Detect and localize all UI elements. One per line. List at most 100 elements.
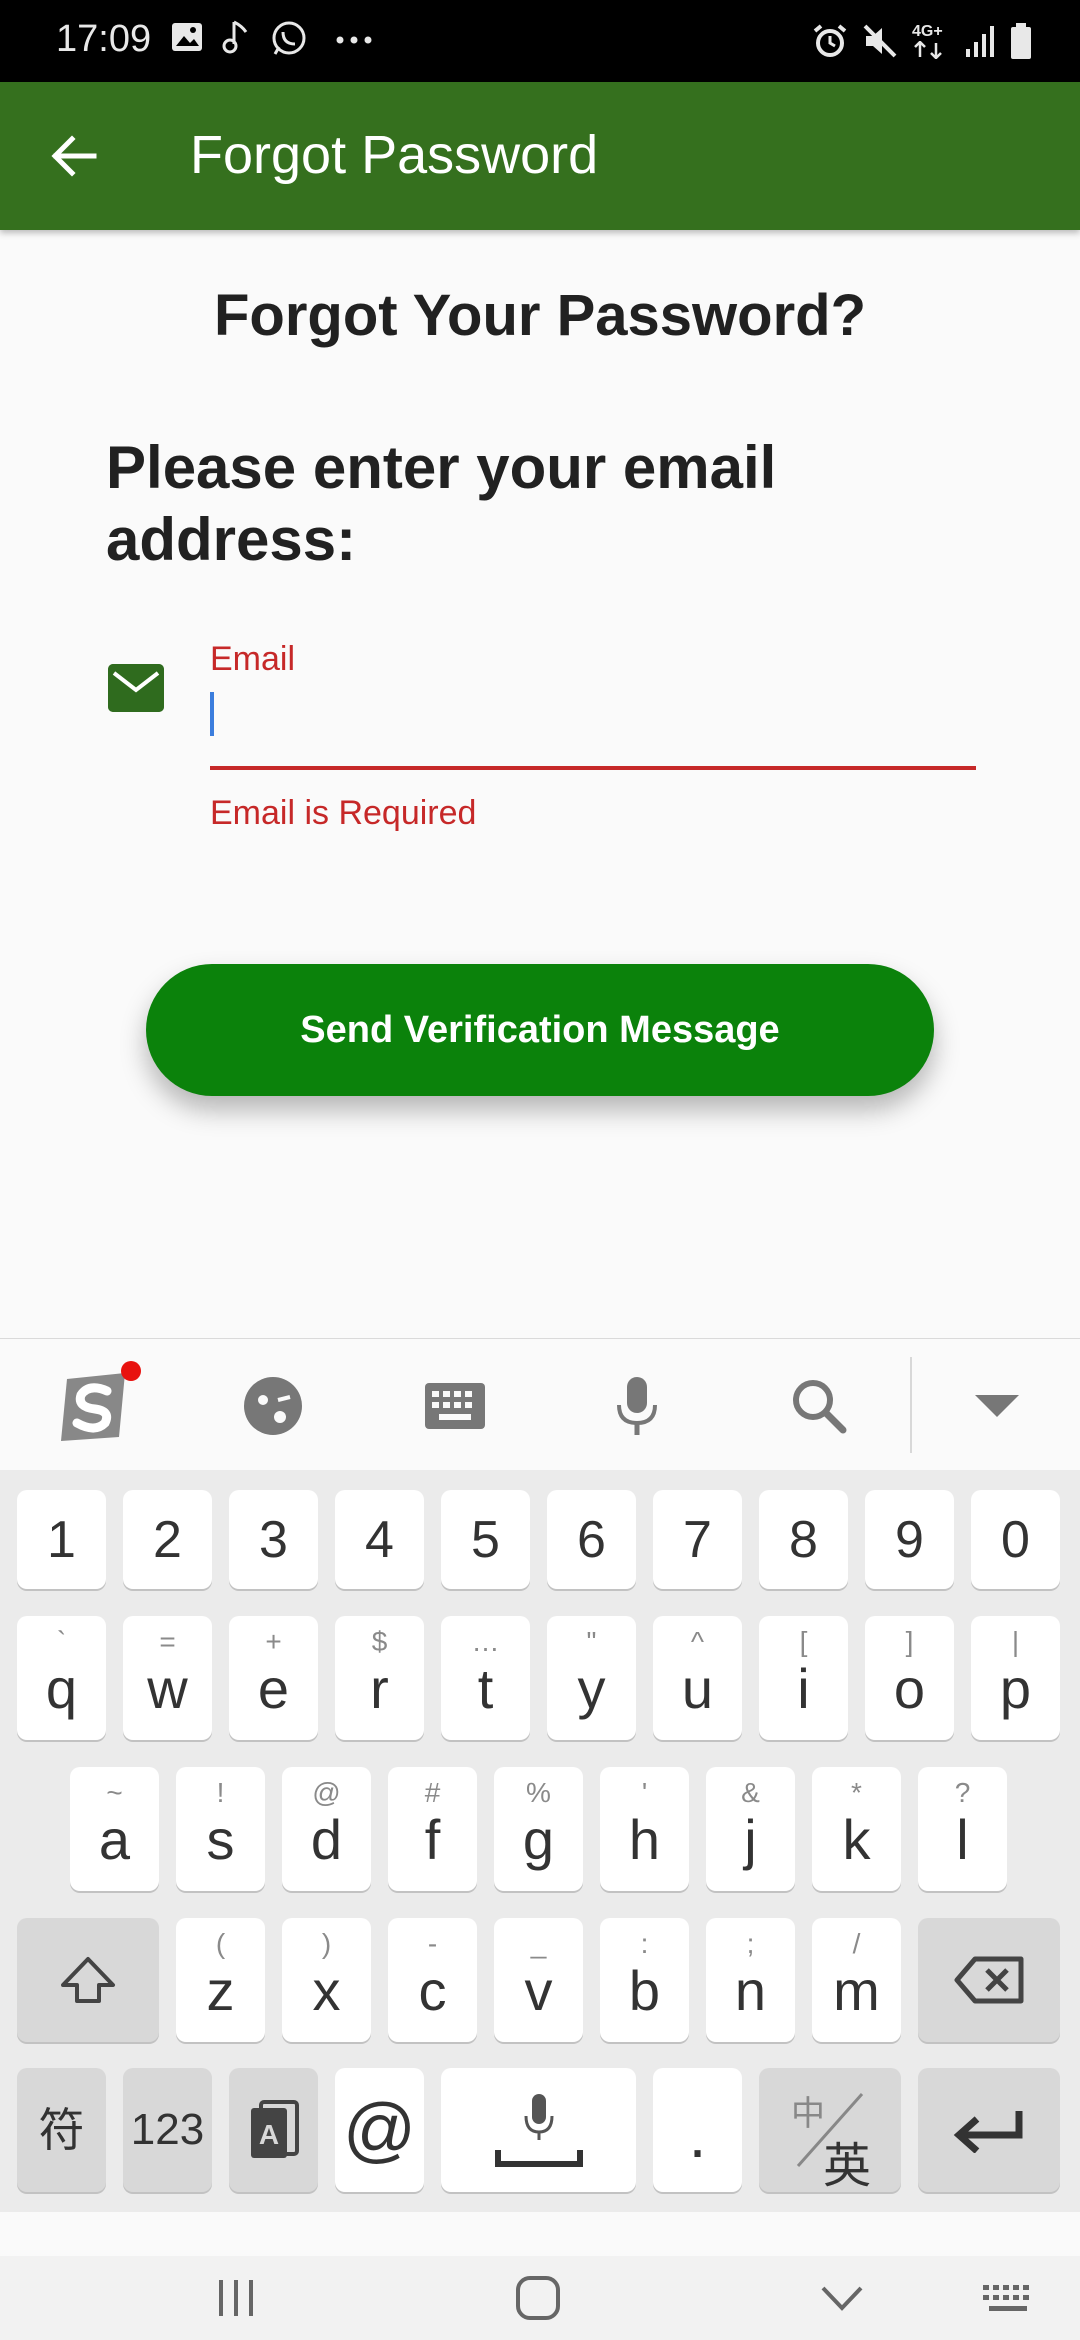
app-bar: Forgot Password	[0, 82, 1080, 230]
key-label: 3	[259, 1510, 288, 1569]
key-d[interactable]: @ d	[282, 1767, 371, 1891]
emoji-button[interactable]	[228, 1361, 318, 1451]
key-alt-label: $	[371, 1626, 388, 1657]
key-w[interactable]: = w	[123, 1616, 212, 1740]
numbers-key[interactable]: 123	[123, 2068, 212, 2192]
key-label: b	[628, 1959, 661, 2022]
key-label: e	[257, 1657, 290, 1720]
email-error-message: Email is Required	[210, 794, 477, 832]
key-label: w	[147, 1657, 188, 1720]
key-label: s	[206, 1808, 235, 1871]
key-l[interactable]: ? l	[918, 1767, 1007, 1891]
key-2[interactable]: 2	[123, 1490, 212, 1589]
text-format-key[interactable]: A	[229, 2068, 318, 2192]
space-key[interactable]	[441, 2068, 636, 2192]
collapse-icon	[975, 1395, 1019, 1417]
key-label: 9	[895, 1510, 924, 1569]
key-e[interactable]: + e	[229, 1616, 318, 1740]
at-key[interactable]: @	[335, 2068, 424, 2192]
key-f[interactable]: # f	[388, 1767, 477, 1891]
key-n[interactable]: ; n	[706, 1918, 795, 2042]
key-m[interactable]: / m	[812, 1918, 901, 2042]
key-b[interactable]: :b	[600, 1918, 689, 2042]
symbols-key[interactable]: 符	[17, 2068, 106, 2192]
key-label: 123	[130, 2105, 205, 2154]
key-label: .	[688, 2099, 707, 2171]
key-alt-label: @	[312, 1777, 341, 1808]
key-5[interactable]: 5	[441, 1490, 530, 1589]
send-verification-button[interactable]: Send Verification Message	[146, 964, 934, 1096]
key-alt-label: +	[265, 1626, 282, 1657]
key-g[interactable]: % g	[494, 1767, 583, 1891]
backspace-key[interactable]	[918, 1918, 1060, 2042]
key-v[interactable]: _ v	[494, 1918, 583, 2042]
key-label: r	[370, 1657, 389, 1720]
key-alt-label: =	[159, 1626, 176, 1657]
key-4[interactable]: 4	[335, 1490, 424, 1589]
key-label: v	[524, 1959, 553, 2022]
voice-input-button[interactable]	[592, 1361, 682, 1451]
key-label: z	[206, 1959, 235, 2022]
key-a[interactable]: ~ a	[70, 1767, 159, 1891]
back-button[interactable]	[40, 122, 108, 190]
key-alt-label: )	[321, 1928, 332, 1959]
sogou-logo-button[interactable]	[46, 1361, 146, 1451]
key-1[interactable]: 1	[17, 1490, 106, 1589]
key-x[interactable]: ) x	[282, 1918, 371, 2042]
key-0[interactable]: 0	[971, 1490, 1060, 1589]
key-7[interactable]: 7	[653, 1490, 742, 1589]
key-alt-label: `	[56, 1626, 67, 1657]
instruction-text: Please enter your email address:	[106, 434, 777, 573]
key-i[interactable]: [i	[759, 1616, 848, 1740]
alarm-icon	[813, 24, 847, 57]
collapse-keyboard-button[interactable]	[952, 1361, 1042, 1451]
key-3[interactable]: 3	[229, 1490, 318, 1589]
key-8[interactable]: 8	[759, 1490, 848, 1589]
key-alt-label: #	[424, 1777, 441, 1808]
gallery-notification-icon	[172, 23, 202, 51]
email-field[interactable]	[210, 686, 976, 770]
key-z[interactable]: (z	[176, 1918, 265, 2042]
enter-key[interactable]	[918, 2068, 1060, 2192]
status-bar: 17:09 4G+	[0, 0, 1080, 82]
key-r[interactable]: $ r	[335, 1616, 424, 1740]
key-label: 1	[47, 1510, 76, 1569]
keyboard-switch-button[interactable]	[978, 2270, 1038, 2326]
key-label: c	[418, 1959, 447, 2022]
key-6[interactable]: 6	[547, 1490, 636, 1589]
language-switch-key[interactable]: 中 英	[759, 2068, 901, 2193]
network-type-label: 4G+	[912, 23, 943, 40]
keyboard-layout-button[interactable]	[410, 1361, 500, 1451]
key-j[interactable]: & j	[706, 1767, 795, 1891]
key-o[interactable]: ] o	[865, 1616, 954, 1740]
key-k[interactable]: * k	[812, 1767, 901, 1891]
recent-apps-button[interactable]	[206, 2270, 266, 2326]
key-c[interactable]: -c	[388, 1918, 477, 2042]
key-t[interactable]: … t	[441, 1616, 530, 1740]
key-alt-label: /	[852, 1928, 861, 1959]
key-h[interactable]: ' h	[600, 1767, 689, 1891]
key-label: @	[342, 2090, 417, 2170]
arrow-left-icon	[51, 135, 97, 177]
key-q[interactable]: ` q	[17, 1616, 106, 1740]
key-label: 符	[38, 2104, 85, 2156]
shift-key[interactable]	[17, 1918, 159, 2042]
period-key[interactable]: .	[653, 2068, 742, 2192]
key-9[interactable]: 9	[865, 1490, 954, 1589]
home-button[interactable]	[508, 2270, 568, 2326]
key-alt-label: '	[641, 1777, 648, 1808]
key-label: 6	[577, 1510, 606, 1569]
key-u[interactable]: ^ u	[653, 1616, 742, 1740]
keyboard-toolbar	[0, 1338, 1080, 1470]
font-format-icon: A	[250, 2100, 299, 2158]
search-icon	[793, 1380, 847, 1434]
keyboard-switch-icon	[983, 2285, 1029, 2311]
key-y[interactable]: " y	[547, 1616, 636, 1740]
key-p[interactable]: | p	[971, 1616, 1060, 1740]
key-alt-label: ?	[954, 1777, 971, 1808]
key-s[interactable]: ! s	[176, 1767, 265, 1891]
key-label: k	[842, 1808, 871, 1871]
key-label: p	[999, 1657, 1032, 1720]
system-back-button[interactable]	[812, 2270, 872, 2326]
search-button[interactable]	[774, 1361, 864, 1451]
